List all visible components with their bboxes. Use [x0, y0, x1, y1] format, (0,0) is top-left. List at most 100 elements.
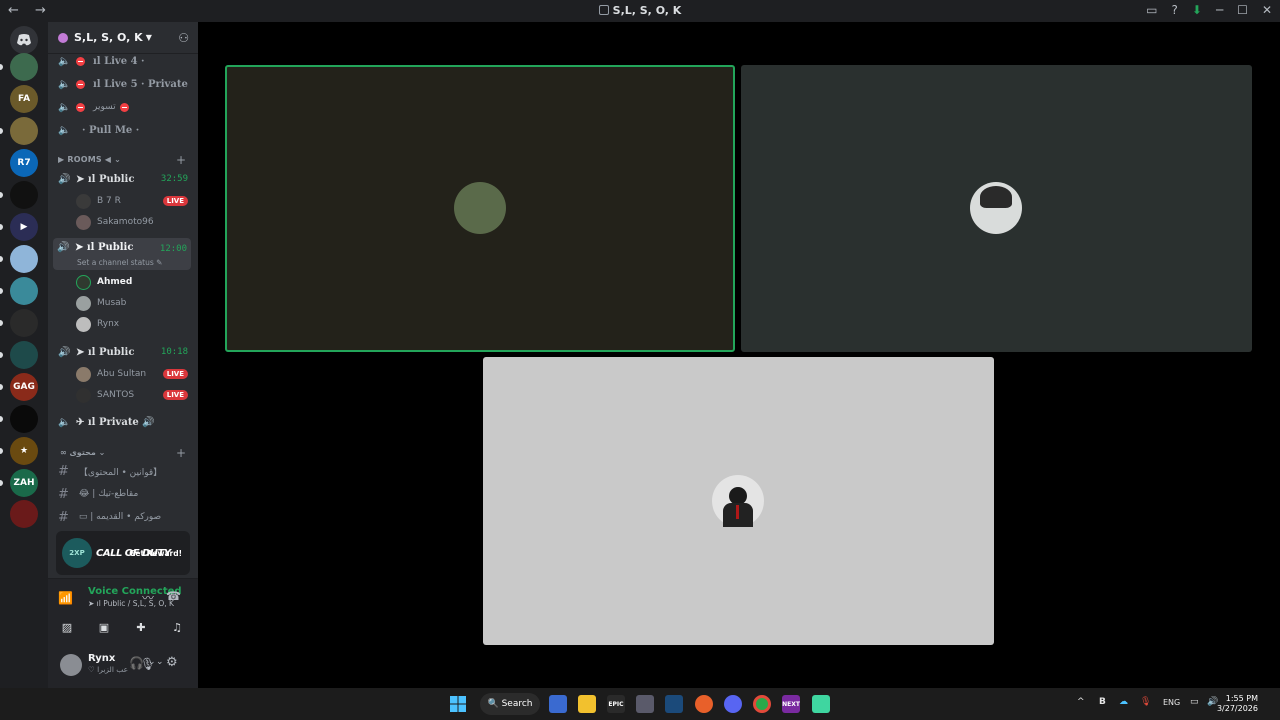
voice-user[interactable]: SANTOS LIVE [76, 385, 188, 405]
server-icon[interactable] [10, 53, 38, 81]
server-icon[interactable] [10, 245, 38, 273]
chrome-icon[interactable] [753, 695, 771, 713]
signal-icon[interactable]: 📶 [58, 591, 73, 605]
server-icon[interactable]: R7 [10, 149, 38, 177]
window-title-text: S,L, S, O, K [612, 4, 682, 17]
voice-user[interactable]: Ahmed [76, 272, 188, 292]
epic-games-icon[interactable]: EPIC [607, 695, 625, 713]
tray-overflow-icon[interactable]: ^ [1077, 697, 1085, 707]
tray-mic-icon[interactable]: 🎙 [1140, 697, 1151, 707]
server-icon[interactable] [10, 341, 38, 369]
chevron-down-icon[interactable]: ⌄ [148, 657, 156, 667]
category-content[interactable]: ∞ محتوى ⌄ [60, 448, 105, 457]
server-icon[interactable] [10, 405, 38, 433]
screen-share-button[interactable]: ▣ [89, 617, 119, 637]
server-icon[interactable] [10, 277, 38, 305]
next-app-icon[interactable]: NEXT [782, 695, 800, 713]
channel-label: ➤ ıl Public [76, 173, 135, 185]
video-tile[interactable] [741, 65, 1252, 352]
close-button[interactable]: ✕ [1262, 3, 1272, 17]
guild-header[interactable]: S,L, S, O, K ▼ ⚇ [48, 22, 198, 54]
unread-pill [0, 224, 3, 230]
windows-start-icon[interactable] [449, 695, 467, 713]
user-name[interactable]: Rynx [88, 653, 115, 664]
voice-channel-public-1[interactable]: 🔊 ➤ ıl Public 32:59 [54, 169, 192, 189]
channel-label: ıl Live 5 · Private [93, 78, 188, 90]
taskbar: 🔍 Search EPIC NEXT ^ B ☁ 🎙 ENG ▭ 🔊 1:55 … [0, 688, 1280, 720]
server-icon[interactable]: GAG [10, 373, 38, 401]
taskbar-search[interactable]: 🔍 Search [480, 693, 540, 715]
speaker-icon: 🔊 [58, 346, 71, 358]
steam-icon[interactable] [665, 695, 683, 713]
camera-off-button[interactable]: ▨ [52, 617, 82, 637]
category-rooms[interactable]: ▶ ROOMS ◀ ⌄ [58, 155, 121, 164]
app-icon[interactable] [812, 695, 830, 713]
video-tile[interactable] [483, 357, 994, 645]
user-name: Sakamoto96 [97, 217, 154, 227]
text-channel[interactable]: # 😂 | مقاطع-تيك [58, 484, 192, 504]
voice-user[interactable]: Musab [76, 293, 188, 313]
voice-user[interactable]: Rynx [76, 314, 188, 334]
store-icon[interactable] [549, 695, 567, 713]
video-tile[interactable] [225, 65, 735, 352]
language-indicator[interactable]: ENG [1163, 698, 1180, 707]
voice-channel-pullme[interactable]: 🔈 · Pull Me · [54, 120, 192, 140]
user-name: Ahmed [97, 277, 133, 287]
voice-user[interactable]: Abu Sultan LIVE [76, 364, 188, 384]
voice-channel-path[interactable]: ➤ ıl Public / S,L, S, O, K [88, 599, 174, 608]
server-icon[interactable] [10, 309, 38, 337]
avatar [454, 182, 506, 234]
disconnect-icon[interactable]: ☎ [166, 589, 181, 603]
download-icon[interactable]: ⬇ [1192, 3, 1202, 17]
file-explorer-icon[interactable] [578, 695, 596, 713]
voice-channel-public-3[interactable]: 🔊 ➤ ıl Public 10:18 [54, 342, 192, 362]
firefox-icon[interactable] [695, 695, 713, 713]
chevron-down-icon: ⌄ [114, 155, 122, 164]
voice-user[interactable]: B 7 R LIVE [76, 191, 188, 211]
user-status: ♡ عب الزبرا [88, 665, 129, 674]
voice-channel-taswir[interactable]: 🔈 تسوير [54, 97, 192, 117]
avatar[interactable] [60, 654, 82, 676]
text-channel[interactable]: # ▭ | صوركم • القديمه [58, 507, 192, 527]
voice-user[interactable]: Sakamoto96 [76, 212, 188, 232]
server-icon[interactable] [10, 500, 38, 528]
server-icon[interactable]: ZAH [10, 469, 38, 497]
hash-icon: # [58, 486, 69, 502]
text-channel[interactable]: # 【قوانين • المحتوى】 [58, 461, 192, 481]
discord-home-icon[interactable] [10, 26, 38, 54]
headphones-icon[interactable]: 🎧 [129, 656, 144, 670]
voice-channel-live4[interactable]: 🔈 ıl Live 4 · [54, 51, 192, 71]
get-reward-button[interactable]: Get Reward! [129, 549, 182, 558]
channel-status[interactable]: Set a channel status ✎ [77, 258, 162, 267]
voice-channel-live5[interactable]: 🔈 ıl Live 5 · Private [54, 74, 192, 94]
add-member-icon[interactable]: ⚇ [178, 31, 189, 45]
promo-banner[interactable]: 2XP CALL OF DUTY Get Reward! [56, 531, 190, 575]
tray-cloud-icon[interactable]: ☁ [1119, 697, 1128, 707]
channel-label: ıl Live 4 · [93, 55, 145, 67]
speaker-icon: 🔊 [57, 242, 70, 253]
tray-app-icon[interactable]: B [1099, 697, 1106, 707]
discord-icon[interactable] [724, 695, 742, 713]
server-icon[interactable]: ▶ [10, 213, 38, 241]
avatar [970, 182, 1022, 234]
clock[interactable]: 1:55 PM 3/27/2026 [1217, 694, 1258, 714]
network-icon[interactable]: ▭ [1190, 697, 1199, 707]
chevron-down-icon[interactable]: ⌄ [156, 657, 164, 667]
no-entry-icon [76, 102, 85, 112]
noise-suppression-icon[interactable]: 〰 [142, 589, 154, 606]
server-icon[interactable] [10, 117, 38, 145]
soundboard-button[interactable]: ♫ [162, 617, 192, 637]
activities-button[interactable]: ✚ [126, 617, 156, 637]
camera-off-icon: ▨ [61, 620, 73, 634]
channel-label: ➤ ıl Public [75, 242, 134, 253]
gear-icon[interactable]: ⚙ [166, 655, 178, 670]
voice-channel-private[interactable]: 🔈 ✈ ıl Private 🔊 [54, 412, 192, 432]
server-icon[interactable]: ★ [10, 437, 38, 465]
inbox-icon[interactable]: ▭ [1146, 3, 1157, 17]
minimize-button[interactable]: ─ [1216, 3, 1223, 17]
server-icon[interactable]: FA [10, 85, 38, 113]
help-icon[interactable]: ? [1172, 3, 1178, 17]
maximize-button[interactable]: ☐ [1237, 3, 1248, 17]
app-icon[interactable] [636, 695, 654, 713]
server-icon[interactable] [10, 181, 38, 209]
